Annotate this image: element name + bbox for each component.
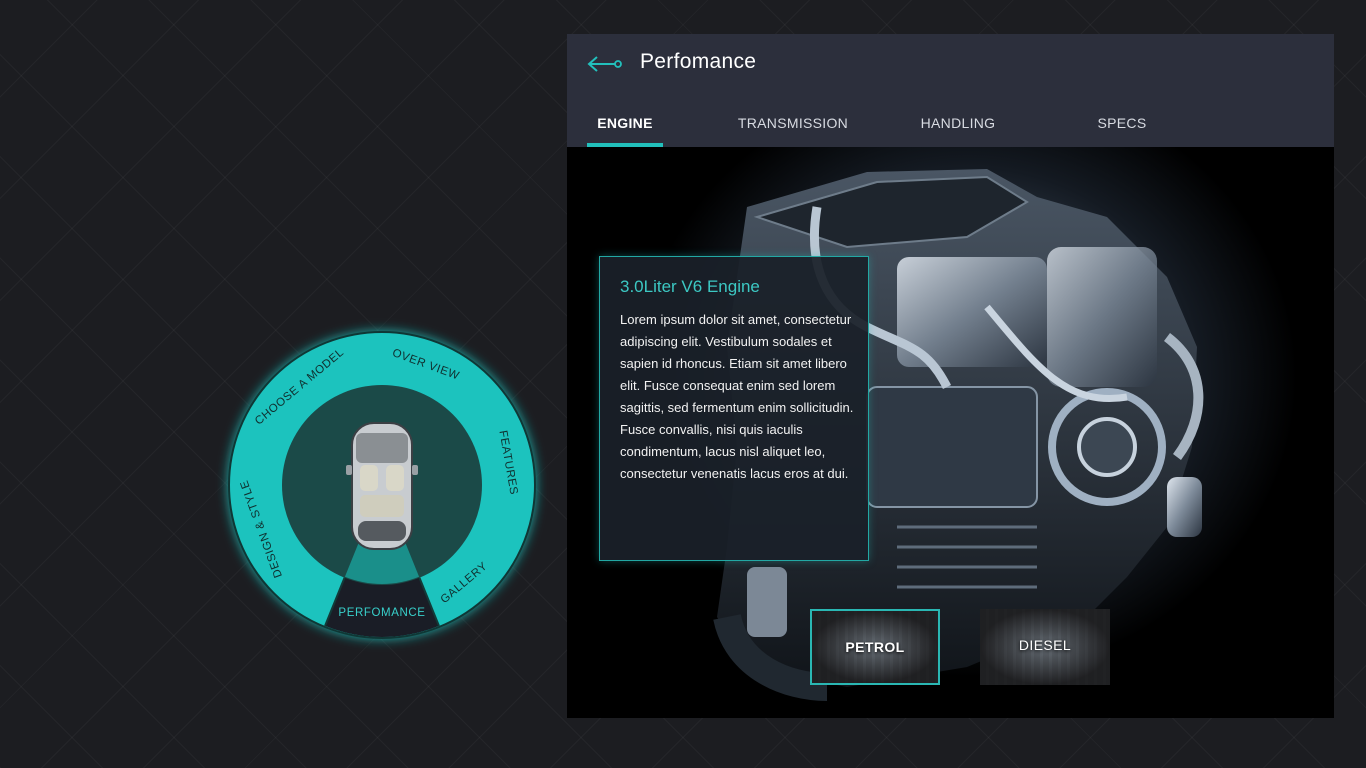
- tab-engine[interactable]: ENGINE: [587, 106, 663, 147]
- radial-menu-graphic: OVER VIEWFEATURESGALLERYPERFOMANCEDESIGN…: [228, 331, 536, 639]
- tab-handling[interactable]: HANDLING: [913, 106, 1003, 147]
- engine-image-area: 3.0Liter V6 Engine Lorem ipsum dolor sit…: [567, 147, 1334, 718]
- tab-specs[interactable]: SPECS: [1087, 106, 1157, 147]
- tab-transmission[interactable]: TRANSMISSION: [735, 106, 851, 147]
- variant-diesel-button[interactable]: DIESEL: [980, 609, 1110, 685]
- page-title: Perfomance: [640, 50, 757, 73]
- wheel-item-perfomance[interactable]: PERFOMANCE: [338, 607, 425, 619]
- engine-info-text: Lorem ipsum dolor sit amet, consectetur …: [620, 312, 854, 481]
- performance-panel: Perfomance ENGINE TRANSMISSION HANDLING …: [567, 34, 1334, 718]
- radial-menu: OVER VIEW FEATURES GALLERY PERFOMANCE DESIGN…: [222, 325, 542, 645]
- panel-header: Perfomance ENGINE TRANSMISSION HANDLING …: [567, 34, 1334, 147]
- variant-petrol-button[interactable]: PETROL: [810, 609, 940, 685]
- engine-info-box: 3.0Liter V6 Engine Lorem ipsum dolor sit…: [599, 256, 869, 561]
- back-arrow-icon[interactable]: [587, 54, 623, 74]
- car-top-view-icon: [346, 422, 418, 550]
- variant-petrol-label: PETROL: [845, 639, 905, 655]
- engine-info-title: 3.0Liter V6 Engine: [620, 277, 760, 296]
- variant-diesel-label: DIESEL: [1018, 637, 1072, 653]
